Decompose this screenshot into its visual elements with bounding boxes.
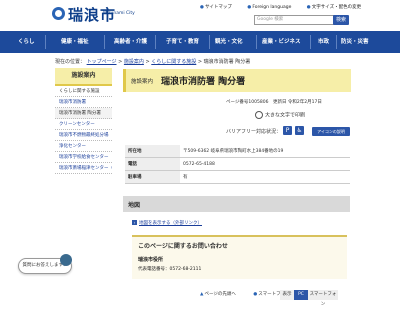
smartphone-view-button[interactable]: スマートフォン xyxy=(308,290,338,307)
site-logo-sub: Mizunami City xyxy=(103,11,135,16)
nav-item-elderly[interactable]: 高齢者・介護 xyxy=(114,31,147,53)
table-label: 駐車場 xyxy=(125,170,180,184)
breadcrumb-living[interactable]: くらしに関する施設 xyxy=(151,59,196,65)
sidebar-item[interactable]: 瑞浪市不燃物最終処分場 xyxy=(55,130,112,141)
nav-item-tourism[interactable]: 観光・文化 xyxy=(215,31,243,53)
sidebar-item[interactable]: 浄化センター xyxy=(55,141,112,152)
breadcrumb-current: 瑞浪市消防署 陶分署 xyxy=(203,59,251,65)
nav-item-city[interactable]: 市政 xyxy=(318,31,329,53)
site-header: 瑞浪市 Mizunami City ●サイトマップ ●Foreign langu… xyxy=(0,0,400,30)
inquiry-org: 瑞浪市役所 xyxy=(138,257,164,263)
parking-icon: P xyxy=(283,126,292,135)
sidebar-item[interactable]: 瑞浪市学校給食センター xyxy=(55,152,112,163)
utility-links: ●サイトマップ ●Foreign language ●文字サイズ・配色の変更 xyxy=(200,4,375,10)
map-section-heading: 地図 xyxy=(123,196,350,212)
nav-item-childcare[interactable]: 子育て・教育 xyxy=(166,31,199,53)
wheelchair-icon: ♿ xyxy=(295,126,304,135)
page-category: 施設案内 xyxy=(131,79,154,85)
table-row: 電話 0572-65-4188 xyxy=(125,157,350,171)
table-label: 所在地 xyxy=(125,145,180,158)
text-size-link[interactable]: ●文字サイズ・配色の変更 xyxy=(307,5,368,10)
barrier-free-label: バリアフリー対応状況： xyxy=(226,129,282,135)
page-title: 瑞浪市消防署 陶分署 xyxy=(161,77,246,87)
inquiry-box: このページに関するお問い合わせ 瑞浪市役所 代表電話番号：0572-68-211… xyxy=(132,235,347,279)
print-large-button[interactable]: 大きな文字で印刷 xyxy=(255,111,305,119)
map-link[interactable]: › 地図を表示する（外部リンク） xyxy=(132,220,202,226)
nav-item-kurashi[interactable]: くらし xyxy=(18,31,35,53)
sidebar-item[interactable]: 瑞浪市斎場稲津センター（ハートピア xyxy=(55,163,112,174)
view-label: 表示 xyxy=(280,290,294,300)
sidebar-item[interactable]: 瑞浪市消防署 xyxy=(55,97,112,108)
search-button[interactable]: 検索 xyxy=(333,15,349,25)
global-nav: くらし 健康・福祉 高齢者・介護 子育て・教育 観光・文化 産業・ビジネス 市政… xyxy=(0,31,400,53)
page-header: 施設案内 瑞浪市消防署 陶分署 xyxy=(123,69,351,92)
table-label: 電話 xyxy=(125,157,180,171)
foreign-language-link[interactable]: ●Foreign language xyxy=(247,5,298,10)
pc-view-button[interactable]: PC xyxy=(294,290,308,300)
page-id: ページ番号1005806 更新日 令和2年2月17日 xyxy=(226,100,322,105)
sidebar: 施設案内 くらしに関する施設 瑞浪市消防署 瑞浪市消防署 陶分署 クリーンセンタ… xyxy=(55,68,112,174)
nav-item-disaster[interactable]: 防災・災害 xyxy=(341,31,369,53)
search-input[interactable]: Google 検索 xyxy=(254,15,334,25)
print-icon xyxy=(255,111,263,119)
city-emblem-icon[interactable] xyxy=(52,7,65,20)
nav-item-business[interactable]: 産業・ビジネス xyxy=(262,31,301,53)
page-top-link[interactable]: ▲ページの先頭へ xyxy=(200,292,244,297)
sitemap-link[interactable]: ●サイトマップ xyxy=(200,5,239,10)
inquiry-title: このページに関するお問い合わせ xyxy=(138,243,228,250)
breadcrumb-home[interactable]: トップページ xyxy=(87,59,117,65)
sidebar-item-current: 瑞浪市消防署 陶分署 xyxy=(55,108,112,119)
breadcrumb: 現在の位置： トップページ > 施設案内 > くらしに関する施設 > 瑞浪市消防… xyxy=(55,59,251,65)
table-value: 〒509-6362 岐阜県瑞浪市陶町水上384番地の19 xyxy=(180,145,350,158)
inquiry-tel: 代表電話番号：0572-68-2111 xyxy=(138,267,202,272)
breadcrumb-facilities[interactable]: 施設案内 xyxy=(124,59,144,65)
table-row: 所在地 〒509-6362 岐阜県瑞浪市陶町水上384番地の19 xyxy=(125,145,350,158)
nav-item-health[interactable]: 健康・福祉 xyxy=(61,31,89,53)
table-value: 有 xyxy=(180,170,350,184)
sidebar-item[interactable]: クリーンセンター xyxy=(55,119,112,130)
table-row: 駐車場 有 xyxy=(125,170,350,184)
arrow-icon: › xyxy=(132,220,137,225)
sidebar-item[interactable]: くらしに関する施設 xyxy=(55,86,112,97)
sidebar-title: 施設案内 xyxy=(55,68,112,86)
facility-info-table: 所在地 〒509-6362 岐阜県瑞浪市陶町水上384番地の19 電話 0572… xyxy=(125,145,350,184)
icon-legend-button[interactable]: アイコンの説明 xyxy=(312,127,350,136)
table-value: 0572-65-4188 xyxy=(180,157,350,171)
chatbot-icon[interactable] xyxy=(60,254,72,266)
